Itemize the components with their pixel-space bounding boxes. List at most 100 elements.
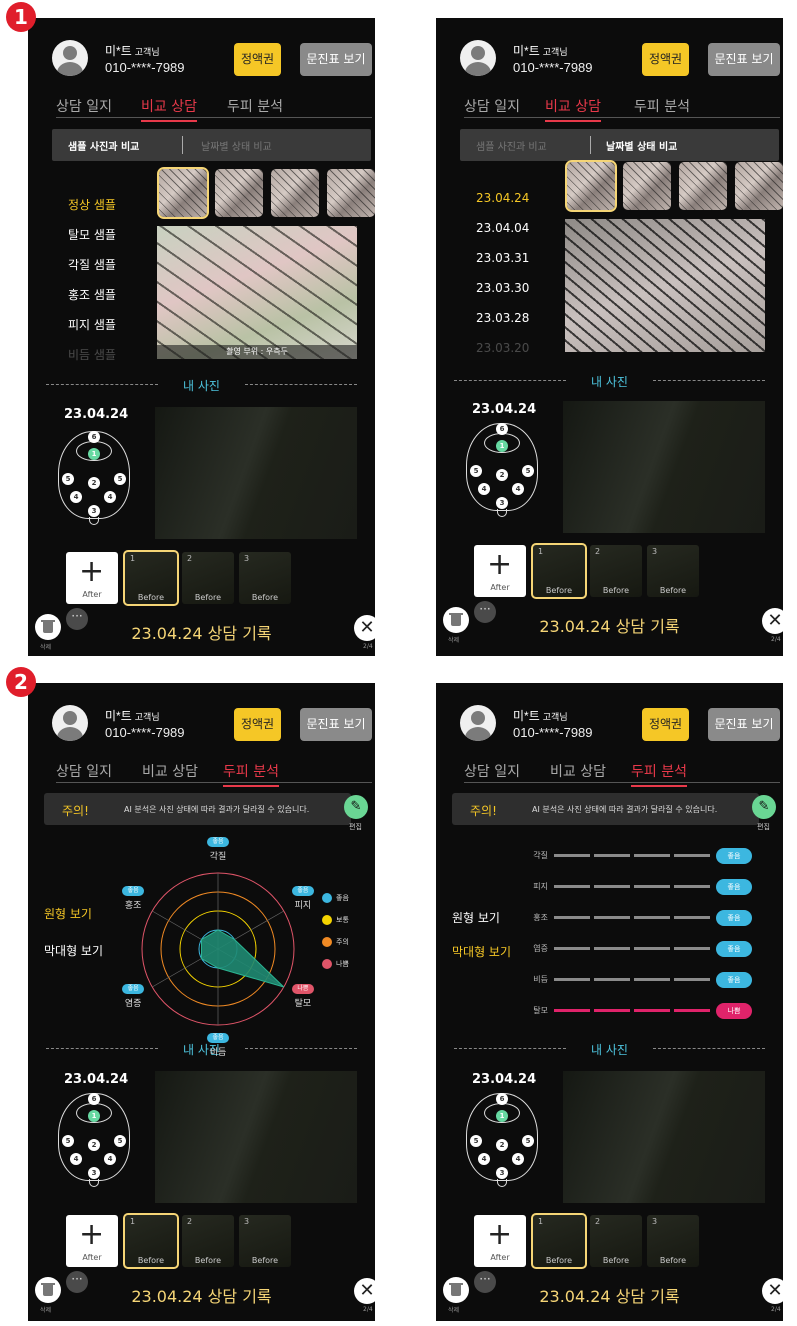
survey-button[interactable]: 문진표 보기 [708,708,780,741]
ticket-button[interactable]: 정액권 [642,708,689,741]
date-thumbnail[interactable] [565,160,617,212]
sample-dandruff[interactable]: 비듬 샘플 [68,346,116,363]
tab-scalp-analysis[interactable]: 두피 분석 [227,96,283,116]
sample-thumbnail[interactable] [215,169,263,217]
before-slot[interactable]: 3 Before [647,545,699,597]
before-slot[interactable]: 1 Before [531,1213,587,1269]
sample-thumbnail[interactable] [327,169,375,217]
date-item[interactable]: 23.03.28 [476,311,529,325]
bar-view-option[interactable]: 막대형 보기 [44,942,103,959]
add-after-button[interactable]: + After [66,552,118,604]
before-slot[interactable]: 2 Before [590,545,642,597]
date-item[interactable]: 23.04.24 [476,191,529,205]
scalp-point-selected[interactable]: 1 [88,448,100,460]
scalp-point[interactable]: 5 [62,473,74,485]
tab-consult-log[interactable]: 상담 일지 [56,761,112,781]
scalp-point[interactable]: 4 [70,491,82,503]
before-slot[interactable]: 1 Before [123,550,179,606]
date-compare-option[interactable]: 날짜별 상태 비교 [606,138,677,153]
sample-thumbnail[interactable] [271,169,319,217]
tab-compare[interactable]: 비교 상담 [545,96,601,122]
date-item[interactable]: 23.03.20 [476,341,529,355]
edit-icon[interactable]: ✎ [752,795,776,819]
ticket-button[interactable]: 정액권 [234,708,281,741]
scalp-point[interactable]: 4 [512,483,524,495]
tab-scalp-analysis[interactable]: 두피 분석 [634,96,690,116]
scalp-point[interactable]: 2 [88,1139,100,1151]
before-slot[interactable]: 3 Before [239,552,291,604]
sample-sebum[interactable]: 피지 샘플 [68,316,116,333]
scalp-point[interactable]: 2 [496,469,508,481]
date-compare-option[interactable]: 날짜별 상태 비교 [201,138,272,153]
scalp-point[interactable]: 5 [470,1135,482,1147]
edit-icon[interactable]: ✎ [344,795,368,819]
before-slot[interactable]: 3 Before [647,1215,699,1267]
date-item[interactable]: 23.03.31 [476,251,529,265]
sample-normal[interactable]: 정상 샘플 [68,196,116,213]
bar-view-option[interactable]: 막대형 보기 [452,943,511,960]
close-icon[interactable]: ✕ [354,1278,375,1304]
scalp-point[interactable]: 4 [478,1153,490,1165]
scalp-point[interactable]: 5 [470,465,482,477]
sample-thumbnail[interactable] [157,167,209,219]
date-item[interactable]: 23.03.30 [476,281,529,295]
close-icon[interactable]: ✕ [762,608,783,634]
scalp-point[interactable]: 3 [496,1167,508,1179]
before-slot[interactable]: 2 Before [182,1215,234,1267]
scalp-point[interactable]: 6 [496,1093,508,1105]
scalp-point[interactable]: 4 [104,1153,116,1165]
scalp-point-selected[interactable]: 1 [496,440,508,452]
before-slot[interactable]: 3 Before [239,1215,291,1267]
sample-redness[interactable]: 홍조 샘플 [68,286,116,303]
sample-dead-skin[interactable]: 각질 샘플 [68,256,116,273]
add-after-button[interactable]: + After [474,1215,526,1267]
scalp-point-selected[interactable]: 1 [496,1110,508,1122]
date-item[interactable]: 23.04.04 [476,221,529,235]
scalp-point[interactable]: 5 [114,473,126,485]
survey-button[interactable]: 문진표 보기 [300,708,372,741]
close-icon[interactable]: ✕ [762,1278,783,1304]
scalp-point-selected[interactable]: 1 [88,1110,100,1122]
tab-consult-log[interactable]: 상담 일지 [56,96,112,116]
scalp-point[interactable]: 6 [88,1093,100,1105]
tab-scalp-analysis[interactable]: 두피 분석 [223,761,279,787]
scalp-point[interactable]: 5 [114,1135,126,1147]
before-slot[interactable]: 2 Before [182,552,234,604]
tab-scalp-analysis[interactable]: 두피 분석 [631,761,687,787]
scalp-point[interactable]: 3 [496,497,508,509]
add-after-button[interactable]: + After [474,545,526,597]
before-slot[interactable]: 2 Before [590,1215,642,1267]
scalp-point[interactable]: 4 [70,1153,82,1165]
before-slot[interactable]: 1 Before [531,543,587,599]
ticket-button[interactable]: 정액권 [234,43,281,76]
add-after-button[interactable]: + After [66,1215,118,1267]
scalp-point[interactable]: 5 [522,465,534,477]
scalp-point[interactable]: 2 [88,477,100,489]
scalp-point[interactable]: 5 [522,1135,534,1147]
scalp-point[interactable]: 4 [104,491,116,503]
scalp-point[interactable]: 6 [88,431,100,443]
ticket-button[interactable]: 정액권 [642,43,689,76]
sample-hair-loss[interactable]: 탈모 샘플 [68,226,116,243]
tab-consult-log[interactable]: 상담 일지 [464,96,520,116]
tab-compare[interactable]: 비교 상담 [141,96,197,122]
tab-consult-log[interactable]: 상담 일지 [464,761,520,781]
tab-compare[interactable]: 비교 상담 [550,761,606,781]
scalp-point[interactable]: 2 [496,1139,508,1151]
scalp-point[interactable]: 3 [88,1167,100,1179]
close-icon[interactable]: ✕ [354,615,375,641]
date-thumbnail[interactable] [735,162,783,210]
scalp-point[interactable]: 4 [478,483,490,495]
tab-compare[interactable]: 비교 상담 [142,761,198,781]
scalp-point[interactable]: 5 [62,1135,74,1147]
date-thumbnail[interactable] [679,162,727,210]
sample-compare-option[interactable]: 샘플 사진과 비교 [476,138,547,153]
date-thumbnail[interactable] [623,162,671,210]
before-slot[interactable]: 1 Before [123,1213,179,1269]
radar-view-option[interactable]: 원형 보기 [44,905,92,922]
survey-button[interactable]: 문진표 보기 [300,43,372,76]
survey-button[interactable]: 문진표 보기 [708,43,780,76]
sample-compare-option[interactable]: 샘플 사진과 비교 [68,138,139,153]
scalp-point[interactable]: 6 [496,423,508,435]
scalp-point[interactable]: 4 [512,1153,524,1165]
